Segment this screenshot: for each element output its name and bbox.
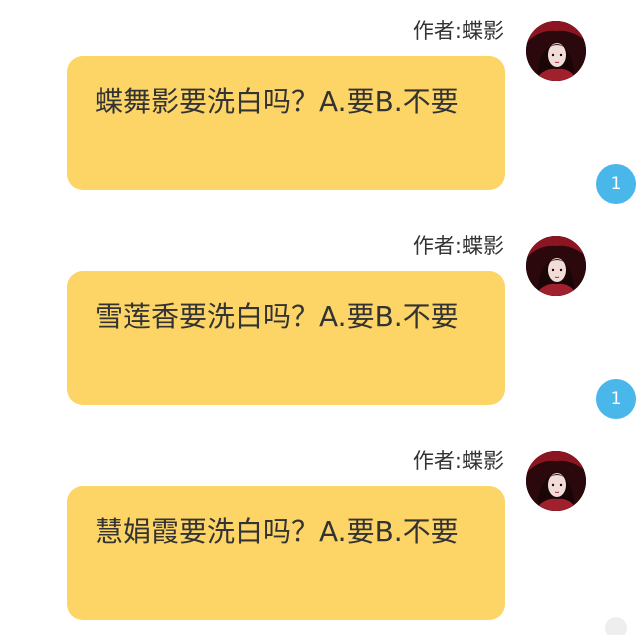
reply-count-badge[interactable] <box>605 617 627 635</box>
chat-thread: 作者:蝶影 蝶舞影要洗白吗？A.要B.不要 1 作者:蝶影 雪莲香要洗白吗？A.… <box>0 0 640 635</box>
message-bubble[interactable]: 蝶舞影要洗白吗？A.要B.不要 <box>67 56 505 190</box>
avatar[interactable] <box>526 21 586 81</box>
message-item: 作者:蝶影 蝶舞影要洗白吗？A.要B.不要 1 <box>0 17 640 217</box>
message-bubble[interactable]: 雪莲香要洗白吗？A.要B.不要 <box>67 271 505 405</box>
author-name: 作者:蝶影 <box>412 19 504 43</box>
author-name: 作者:蝶影 <box>412 234 504 258</box>
message-bubble[interactable]: 慧娟霞要洗白吗？A.要B.不要 <box>67 486 505 620</box>
avatar[interactable] <box>526 236 586 296</box>
avatar[interactable] <box>526 451 586 511</box>
author-name: 作者:蝶影 <box>412 449 504 473</box>
reply-count-badge[interactable]: 1 <box>596 379 636 419</box>
reply-count-badge[interactable]: 1 <box>596 164 636 204</box>
message-item: 作者:蝶影 慧娟霞要洗白吗？A.要B.不要 <box>0 447 640 635</box>
message-item: 作者:蝶影 雪莲香要洗白吗？A.要B.不要 1 <box>0 232 640 432</box>
